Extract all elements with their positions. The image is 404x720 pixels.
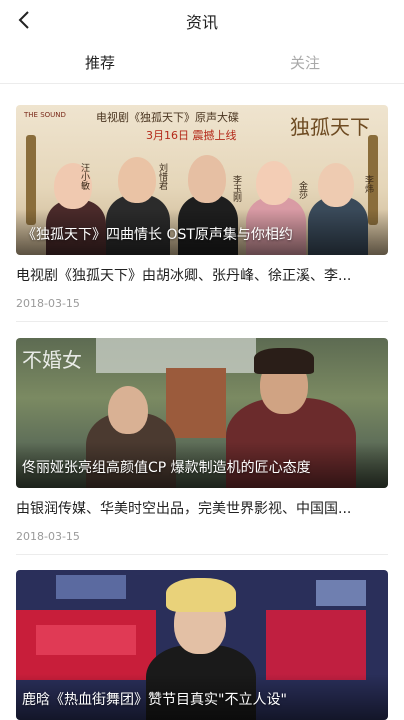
singer-figure [256,161,292,205]
article-thumbnail[interactable]: THE SOUND 电视剧《独孤天下》原声大碟 3月16日 震撼上线 独孤天下 … [16,105,388,255]
news-card[interactable]: 不婚女 佟丽娅张亮组高颜值CP 爆款制造机的匠心态度 由银润传媒、华美时空出品，… [16,338,388,555]
actor-hair [254,348,314,374]
article-thumbnail[interactable]: 不婚女 佟丽娅张亮组高颜值CP 爆款制造机的匠心态度 [16,338,388,488]
stage-graphic [266,610,366,680]
singer-name: 李玉刚 [231,175,241,202]
singer-name: 刘惜君 [157,163,167,190]
singer-name: 金莎 [297,181,307,199]
tab-follow[interactable]: 关注 [290,52,320,73]
top-nav-bar: 资讯 [0,0,404,40]
news-card[interactable]: 鹿晗《热血街舞团》赞节目真实"不立人设" [16,570,388,720]
tab-recommend[interactable]: 推荐 [85,52,115,73]
article-date: 2018-03-15 [16,297,80,310]
article-caption: 佟丽娅张亮组高颜值CP 爆款制造机的匠心态度 [22,460,311,476]
poster-headline: 电视剧《独孤天下》原声大碟 [96,111,239,124]
performer-hair [166,578,236,612]
singer-figure [118,157,156,203]
singer-name: 李炜 [363,175,373,193]
stage-graphic [56,575,126,599]
news-card[interactable]: THE SOUND 电视剧《独孤天下》原声大碟 3月16日 震撼上线 独孤天下 … [16,105,388,322]
stage-graphic [36,625,136,655]
article-summary[interactable]: 电视剧《独孤天下》由胡冰卿、张丹峰、徐正溪、李... [16,265,388,285]
stage-graphic [316,580,366,606]
article-summary[interactable]: 由银润传媒、华美时空出品，完美世界影视、中国国... [16,498,388,518]
poster-logo: THE SOUND [24,111,66,119]
card-divider [16,321,388,322]
news-feed[interactable]: THE SOUND 电视剧《独孤天下》原声大碟 3月16日 震撼上线 独孤天下 … [0,85,404,720]
singer-name: 汪小敏 [79,163,89,190]
singer-figure [188,155,226,203]
card-divider [16,554,388,555]
building-shape [166,368,226,438]
article-caption: 《独孤天下》四曲情长 OST原声集与你相约 [22,227,293,243]
article-thumbnail[interactable]: 鹿晗《热血街舞团》赞节目真实"不立人设" [16,570,388,720]
drama-watermark: 不婚女 [22,348,82,372]
tab-bar: 推荐 关注 [0,40,404,84]
page-title: 资讯 [185,13,218,32]
poster-brand-calligraphy: 独孤天下 [290,115,370,139]
poster-release-date: 3月16日 震撼上线 [146,129,237,142]
singer-figure [318,163,354,207]
actress-figure [108,386,148,434]
article-caption: 鹿晗《热血街舞团》赞节目真实"不立人设" [22,692,287,708]
article-date: 2018-03-15 [16,530,80,543]
